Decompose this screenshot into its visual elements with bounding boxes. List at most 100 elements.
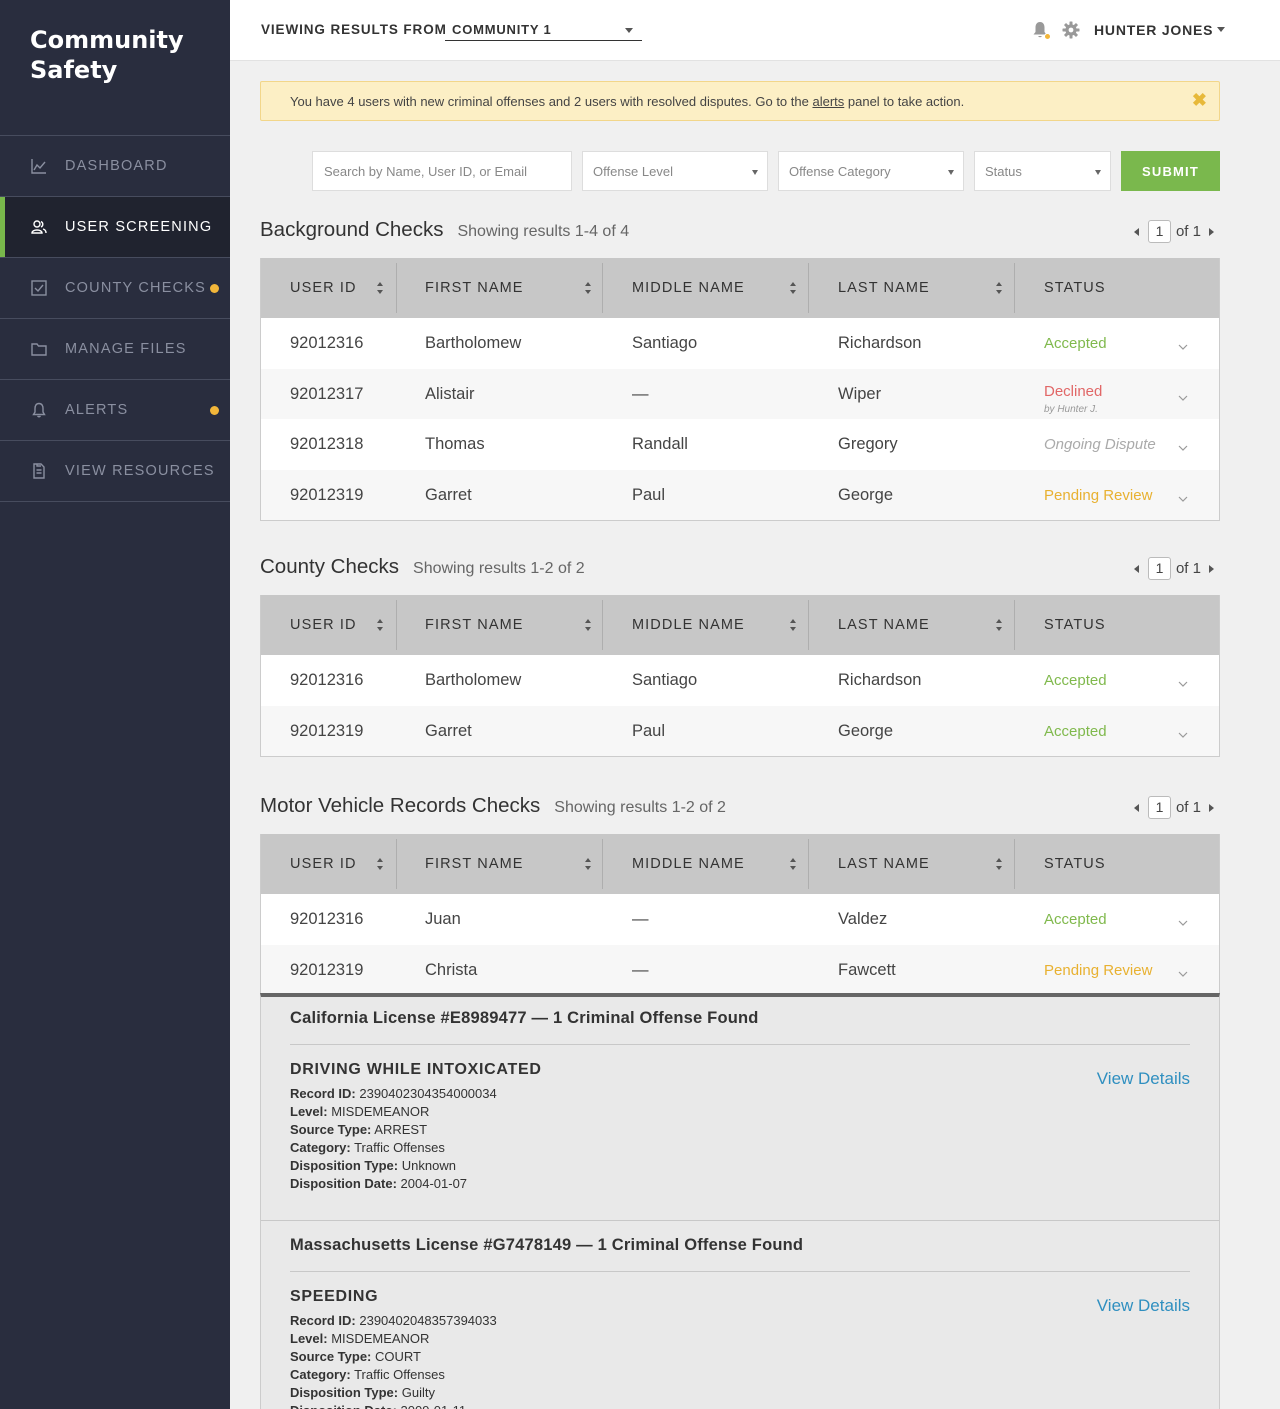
chevron-down-icon[interactable] [1178, 964, 1188, 977]
field-value: Guilty [401, 1385, 435, 1400]
chevron-down-icon[interactable] [1178, 388, 1188, 401]
cell-user-id: 92012319 [290, 960, 364, 979]
field-value: MISDEMEANOR [331, 1104, 430, 1119]
table-row[interactable]: 92012316 Bartholomew Santiago Richardson Acc… [261, 318, 1219, 369]
page-number-input[interactable]: 1 [1147, 220, 1171, 243]
sort-icon[interactable] [585, 858, 592, 870]
sidebar-item-label: COUNTY CHECKS [65, 280, 207, 296]
table-row[interactable]: 92012319 Garret Paul George Accepted [261, 705, 1219, 756]
column-header-first-name[interactable]: FIRST NAME [425, 258, 524, 318]
page-number-input[interactable]: 1 [1147, 557, 1171, 580]
next-page-arrow-icon[interactable] [1209, 564, 1214, 573]
sidebar-item-manage-files[interactable]: MANAGE FILES [0, 319, 230, 380]
column-header-first-name[interactable]: FIRST NAME [425, 834, 524, 894]
status-label: Accepted [1044, 911, 1107, 928]
column-header-status[interactable]: STATUS [1044, 258, 1106, 318]
sidebar-item-view-resources[interactable]: VIEW RESOURCES [0, 441, 230, 502]
results-count: Showing results 1-2 of 2 [413, 560, 585, 577]
community-select[interactable]: COMMUNITY 1 [445, 21, 642, 41]
sort-icon[interactable] [996, 282, 1003, 294]
next-page-arrow-icon[interactable] [1209, 803, 1214, 812]
chevron-down-icon[interactable] [1178, 337, 1188, 350]
column-header-status[interactable]: STATUS [1044, 595, 1106, 655]
sort-icon[interactable] [377, 619, 384, 631]
previous-page-arrow-icon[interactable] [1133, 564, 1139, 573]
section-title: County Checks [260, 555, 400, 578]
status-select[interactable]: Status [974, 151, 1111, 191]
sidebar-item-user-screening[interactable]: USER SCREENING [0, 197, 230, 258]
pagination: 1 of 1 [1133, 796, 1214, 819]
column-header-middle-name[interactable]: MIDDLE NAME [632, 834, 745, 894]
chevron-down-icon[interactable] [1178, 489, 1188, 502]
column-header-last-name[interactable]: LAST NAME [838, 834, 930, 894]
page-number-input[interactable]: 1 [1147, 796, 1171, 819]
chevron-down-icon[interactable] [1178, 725, 1188, 738]
table-header: USER ID FIRST NAME MIDDLE NAME LAST NAME STA… [261, 258, 1219, 318]
column-header-last-name[interactable]: LAST NAME [838, 595, 930, 655]
cell-last: Fawcett [838, 960, 896, 979]
sidebar-item-county-checks[interactable]: COUNTY CHECKS [0, 258, 230, 319]
column-header-middle-name[interactable]: MIDDLE NAME [632, 258, 745, 318]
next-page-arrow-icon[interactable] [1209, 227, 1214, 236]
sort-icon[interactable] [585, 619, 592, 631]
record-field: Level: MISDEMEANOR [290, 1103, 1190, 1121]
brand-line-2: Safety [30, 56, 118, 84]
sort-icon[interactable] [996, 619, 1003, 631]
record-field: Category: Traffic Offenses [290, 1366, 1190, 1384]
cell-last: Richardson [838, 671, 922, 689]
column-header-first-name[interactable]: FIRST NAME [425, 595, 524, 655]
status-label: Pending Review [1044, 961, 1153, 979]
notification-dot [210, 284, 219, 293]
caret-down-icon [752, 170, 758, 175]
brand-logo[interactable]: Community Safety [0, 0, 230, 136]
column-divider [808, 263, 809, 313]
chevron-down-icon[interactable] [1178, 913, 1188, 926]
user-menu[interactable]: HUNTER JONES [1094, 22, 1226, 38]
table-row[interactable]: 92012317 Alistair — Wiper Declined by Hunter … [261, 368, 1219, 419]
sort-icon[interactable] [377, 282, 384, 294]
sidebar-item-alerts[interactable]: ALERTS [0, 380, 230, 441]
column-header-user-id[interactable]: USER ID [290, 834, 357, 894]
table-row[interactable]: 92012319 Christa — Fawcett Pending Review [261, 944, 1219, 995]
close-icon[interactable]: ✖ [1192, 90, 1207, 111]
column-header-status[interactable]: STATUS [1044, 834, 1106, 894]
gear-icon[interactable] [1062, 21, 1080, 39]
sort-icon[interactable] [585, 282, 592, 294]
community-select-value: COMMUNITY 1 [452, 22, 552, 37]
sidebar-item-label: DASHBOARD [65, 158, 168, 174]
previous-page-arrow-icon[interactable] [1133, 803, 1139, 812]
view-details-link[interactable]: View Details [1097, 1296, 1190, 1316]
sort-icon[interactable] [790, 858, 797, 870]
section-title: Background Checks [260, 218, 444, 241]
sidebar-item-dashboard[interactable]: DASHBOARD [0, 136, 230, 197]
column-header-user-id[interactable]: USER ID [290, 258, 357, 318]
alerts-link[interactable]: alerts [812, 94, 844, 109]
chevron-down-icon[interactable] [1178, 438, 1188, 451]
sort-icon[interactable] [996, 858, 1003, 870]
cell-user-id: 92012318 [290, 435, 364, 453]
chevron-down-icon[interactable] [1178, 674, 1188, 687]
brand-line-1: Community [30, 26, 184, 54]
column-header-middle-name[interactable]: MIDDLE NAME [632, 595, 745, 655]
notifications-bell-icon[interactable] [1032, 21, 1051, 41]
submit-button[interactable]: SUBMIT [1121, 151, 1220, 191]
field-value: ARREST [374, 1122, 428, 1137]
pagination: 1 of 1 [1133, 557, 1214, 580]
offense-category-select[interactable]: Offense Category [778, 151, 964, 191]
table-row[interactable]: 92012318 Thomas Randall Gregory Ongoing Disp… [261, 419, 1219, 470]
chart-icon [30, 157, 48, 175]
previous-page-arrow-icon[interactable] [1133, 227, 1139, 236]
column-header-last-name[interactable]: LAST NAME [838, 258, 930, 318]
table-row[interactable]: 92012319 Garret Paul George Pending Review [261, 469, 1219, 520]
view-details-link[interactable]: View Details [1097, 1069, 1190, 1089]
search-input[interactable] [312, 151, 572, 191]
table-row[interactable]: 92012316 Bartholomew Santiago Richardson Acc… [261, 655, 1219, 706]
sort-icon[interactable] [377, 858, 384, 870]
sort-icon[interactable] [790, 282, 797, 294]
table-row[interactable]: 92012316 Juan — Valdez Accepted [261, 894, 1219, 945]
column-header-user-id[interactable]: USER ID [290, 595, 357, 655]
cell-first: Garret [425, 485, 472, 504]
sidebar-item-label: ALERTS [65, 402, 129, 418]
sort-icon[interactable] [790, 619, 797, 631]
offense-level-select[interactable]: Offense Level [582, 151, 768, 191]
